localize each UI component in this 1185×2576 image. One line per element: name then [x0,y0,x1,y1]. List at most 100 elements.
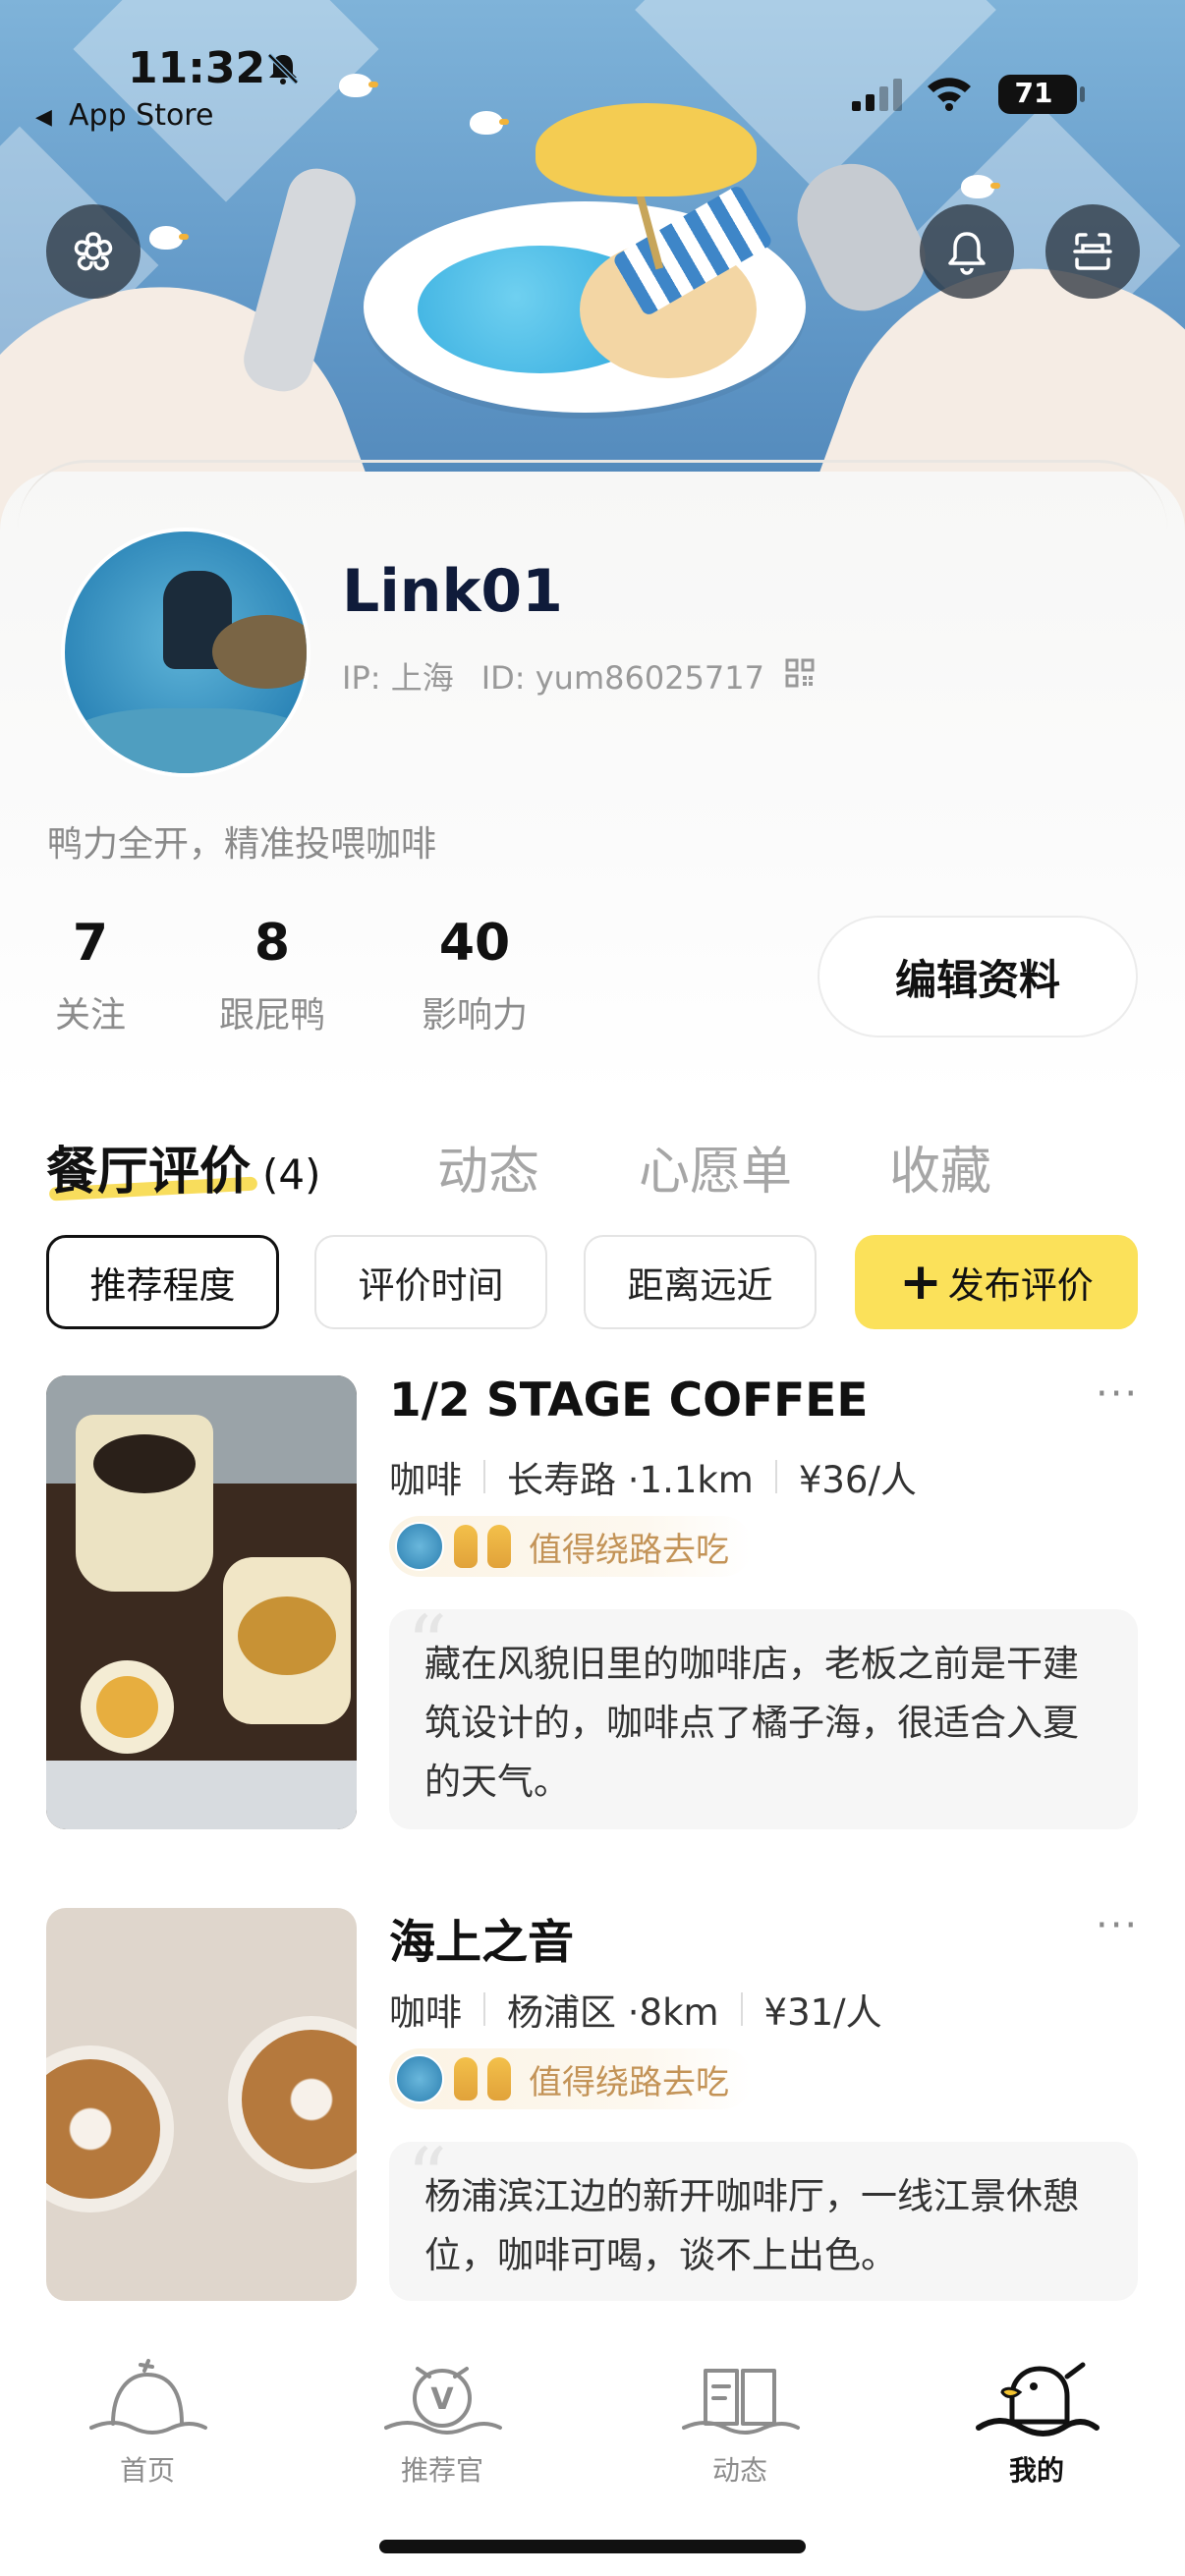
scan-icon [1073,233,1112,270]
rating-badge-text: 值得绕路去吃 [529,2062,729,2102]
avatar[interactable] [61,528,310,777]
stat-influence[interactable]: 40 影响力 [401,914,548,1037]
filter-distance[interactable]: 距离远近 [584,1235,817,1329]
edit-profile-button[interactable]: 编辑资料 [818,916,1138,1037]
username: Link01 [342,557,563,626]
bottom-navigation: 首页 V 推荐官 动态 我的 [0,2319,1185,2576]
stat-following-value: 7 [72,914,109,973]
review-meta: 咖啡 长寿路 ·1.1km ¥36/人 [389,1450,917,1503]
user-id: ID: yum86025717 [480,659,764,697]
settings-button[interactable] [46,204,141,299]
flower-settings-icon [74,232,113,271]
recommender-icon: V [384,2367,502,2435]
profile-duck-icon [976,2362,1100,2436]
review-meta: 咖啡 杨浦区 ·8km ¥31/人 [389,1983,882,2036]
review-location: 杨浦区 ·8km [507,1991,719,2034]
feed-book-icon [682,2369,800,2435]
banner-umbrella [536,103,757,196]
review-price: ¥36/人 [798,1459,917,1501]
photo-cup [81,1660,174,1754]
battery-level: 71 [1014,77,1053,109]
cellular-signal-icon [852,79,902,111]
review-comment-text: 藏在风貌旧里的咖啡店，老板之前是干建筑设计的，咖啡点了橘子海，很适合入夏的天气。 [424,1643,1079,1803]
rating-badge: 值得绕路去吃 [389,1516,753,1577]
tab-restaurant-reviews-label: 餐厅评价 [46,1143,252,1202]
photo-jug [223,1557,351,1724]
tab-restaurant-reviews[interactable]: 餐厅评价 (4) [46,1130,321,1204]
banner-fork [237,161,363,399]
rating-badge-text: 值得绕路去吃 [529,1530,729,1570]
meta-divider [774,1460,777,1493]
photo-tray [46,1761,357,1829]
stat-following[interactable]: 7 关注 [17,914,164,1037]
avatar-turtle [212,615,307,689]
nav-profile-label: 我的 [1008,2454,1064,2487]
review-comment: “ 藏在风貌旧里的咖啡店，老板之前是干建筑设计的，咖啡点了橘子海，很适合入夏的天… [389,1605,1138,1829]
drumstick-icon [454,2057,478,2100]
review-comment-text: 杨浦滨江边的新开咖啡厅，一线江景休憩位，咖啡可喝，谈不上出色。 [424,2175,1079,2276]
drumstick-icon [487,1525,511,1568]
banner-duck [149,226,189,250]
review-photo[interactable] [46,1908,357,2301]
back-arrow-icon[interactable]: ◀ [35,105,52,130]
meta-divider [483,1992,485,2026]
review-photo[interactable] [46,1375,357,1829]
status-time: 11:32 [128,43,266,93]
meta-divider [740,1992,743,2026]
review-title[interactable]: 海上之音 [389,1904,574,1972]
publish-review-label: 发布评价 [947,1264,1094,1307]
banner-duck [470,111,509,135]
stat-followers-value: 8 [254,914,291,973]
battery-indicator: 71 [998,75,1085,114]
filter-recommendation[interactable]: 推荐程度 [46,1235,279,1329]
banner-duck [339,74,378,97]
svg-text:V: V [430,2382,454,2417]
nav-recommender[interactable]: V 推荐官 [364,2353,521,2489]
ip-location: IP: 上海 [342,659,454,697]
more-options-button[interactable]: ··· [1096,1372,1139,1417]
ip-id-line: IP: 上海 ID: yum86025717 [342,653,764,699]
stat-influence-value: 40 [438,914,511,973]
photo-latte [228,2016,357,2183]
avatar-reef [65,708,307,773]
more-options-button[interactable]: ··· [1096,1903,1139,1948]
plus-icon: + [899,1253,942,1312]
mini-avatar [395,1522,444,1571]
stat-following-label: 关注 [54,995,126,1036]
tab-restaurant-reviews-count: (4) [262,1150,321,1199]
nav-home[interactable]: 首页 [69,2353,226,2489]
review-comment: “ 杨浦滨江边的新开咖啡厅，一线江景休憩位，咖啡可喝，谈不上出色。 [389,2138,1138,2301]
silent-mode-icon [267,53,299,84]
nav-feed[interactable]: 动态 [661,2353,818,2489]
tab-favorites[interactable]: 收藏 [889,1130,991,1204]
review-title[interactable]: 1/2 STAGE COFFEE [389,1373,869,1428]
qr-code-icon[interactable] [784,657,816,689]
home-indicator[interactable] [379,2540,806,2553]
tab-activity[interactable]: 动态 [437,1130,539,1204]
banner-duck [961,175,1000,198]
nav-feed-label: 动态 [711,2454,767,2487]
back-to-app-store[interactable]: App Store [69,98,213,133]
home-duck-icon [89,2359,207,2435]
meta-divider [483,1460,485,1493]
drumstick-icon [454,1525,478,1568]
review-price: ¥31/人 [763,1991,882,2034]
bell-icon [948,232,986,275]
photo-dripper [76,1415,213,1592]
review-category: 咖啡 [389,1991,462,2034]
filter-review-time[interactable]: 评价时间 [314,1235,547,1329]
rating-badge: 值得绕路去吃 [389,2048,753,2109]
tab-wishlist[interactable]: 心愿单 [639,1130,792,1204]
notifications-button[interactable] [920,204,1014,299]
drumstick-icon [487,2057,511,2100]
publish-review-button[interactable]: + 发布评价 [855,1235,1138,1329]
stat-influence-label: 影响力 [421,995,528,1036]
scan-button[interactable] [1045,204,1140,299]
nav-profile[interactable]: 我的 [958,2353,1115,2489]
nav-recommender-label: 推荐官 [400,2454,483,2487]
wifi-icon [928,78,971,111]
review-category: 咖啡 [389,1459,462,1501]
profile-bio: 鸭力全开，精准投喂咖啡 [47,824,437,865]
stat-followers[interactable]: 8 跟屁鸭 [198,914,346,1037]
nav-home-label: 首页 [119,2454,175,2487]
